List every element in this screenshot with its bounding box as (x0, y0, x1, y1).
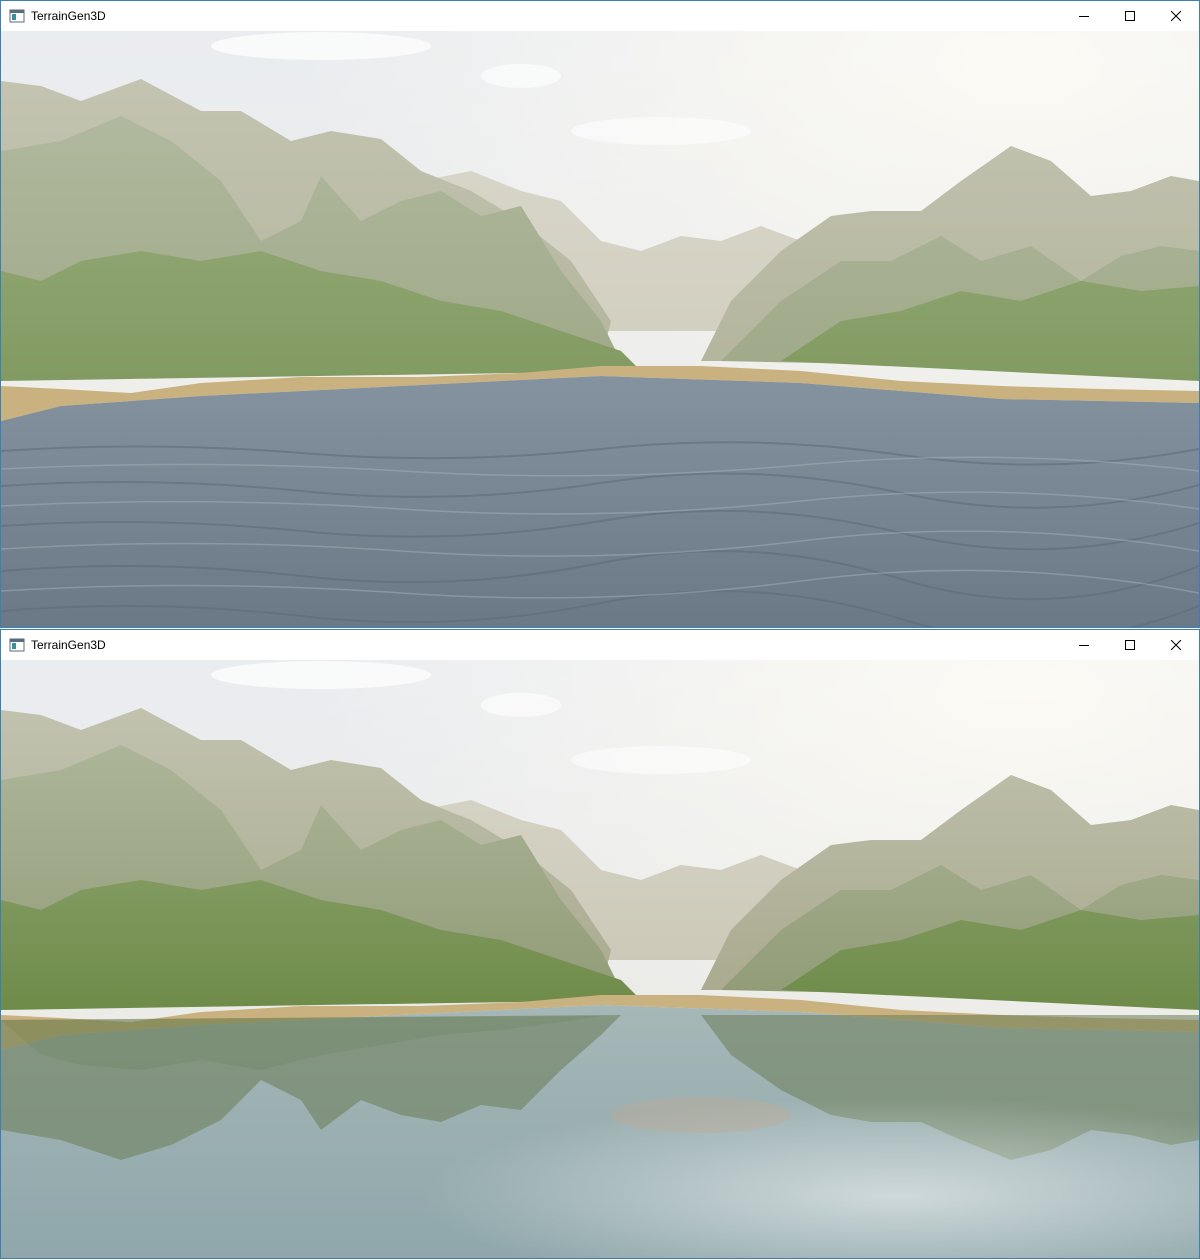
terrain-scene (1, 31, 1199, 627)
maximize-button[interactable] (1107, 1, 1153, 31)
app-window-icon (9, 638, 25, 652)
close-button[interactable] (1153, 1, 1199, 31)
terrain-window-top[interactable]: TerrainGen3D (0, 0, 1200, 628)
close-icon (1171, 640, 1181, 650)
minimize-icon (1079, 16, 1089, 17)
title-bar[interactable]: TerrainGen3D (1, 1, 1199, 31)
title-bar[interactable]: TerrainGen3D (1, 630, 1199, 660)
maximize-icon (1125, 640, 1135, 650)
render-viewport[interactable] (1, 31, 1199, 627)
app-window-icon (9, 9, 25, 23)
terrain-scene (1, 660, 1199, 1258)
maximize-icon (1125, 11, 1135, 21)
maximize-button[interactable] (1107, 630, 1153, 660)
window-title: TerrainGen3D (31, 638, 106, 652)
minimize-button[interactable] (1061, 1, 1107, 31)
terrain-window-bottom[interactable]: TerrainGen3D (0, 629, 1200, 1259)
minimize-icon (1079, 645, 1089, 646)
render-viewport[interactable] (1, 660, 1199, 1258)
close-icon (1171, 11, 1181, 21)
close-button[interactable] (1153, 630, 1199, 660)
minimize-button[interactable] (1061, 630, 1107, 660)
window-title: TerrainGen3D (31, 9, 106, 23)
